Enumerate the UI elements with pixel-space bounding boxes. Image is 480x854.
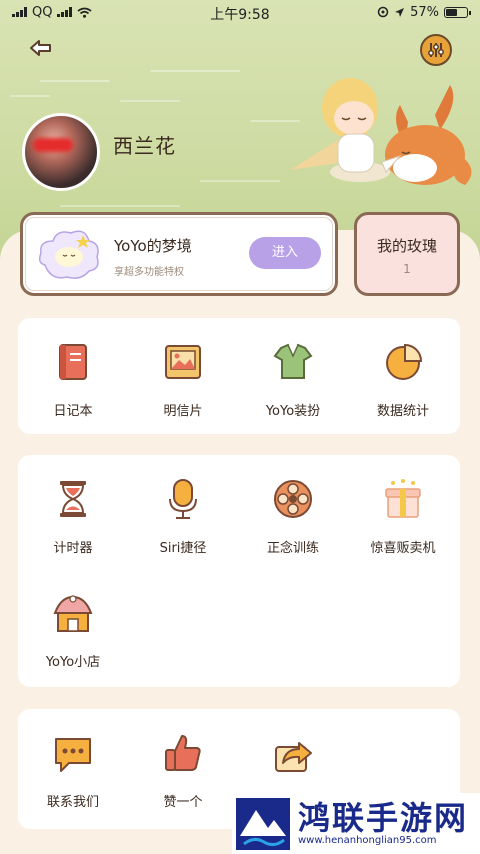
hourglass-icon: [60, 481, 86, 517]
share-item[interactable]: [238, 731, 348, 791]
gift-box-icon: [385, 479, 421, 518]
item-label: 赞一个: [163, 795, 203, 810]
tools-panel-1: 日记本 明信片 YoYo装扮 数据统计: [18, 318, 460, 434]
item-label: YoYo装扮: [265, 404, 321, 419]
statistics-item[interactable]: 数据统计: [348, 340, 458, 419]
watermark: 鸿联手游网 www.henanhonglian95.com: [232, 793, 480, 854]
microphone-icon: [169, 479, 197, 519]
diary-icon: [59, 344, 87, 380]
back-arrow-icon: [30, 40, 51, 56]
contact-us-item[interactable]: 联系我们: [18, 731, 128, 810]
postcard-icon: [165, 345, 201, 379]
item-label: 惊喜贩卖机: [370, 541, 436, 556]
dream-card[interactable]: YoYo的梦境 享超多功能特权 进入: [20, 212, 338, 296]
back-button[interactable]: [26, 34, 56, 64]
username: 西兰花: [113, 134, 176, 158]
dress-up-icon: [273, 343, 313, 379]
diary-item[interactable]: 日记本: [18, 340, 128, 419]
enter-button[interactable]: 进入: [249, 237, 321, 269]
tools-panel-2: 计时器 Siri捷径 正念训练 惊喜贩卖机 YoYo小店: [18, 455, 460, 687]
sleeping-boy-fox-illustration: [290, 78, 472, 185]
battery-icon: [444, 6, 471, 18]
thumbs-up-item[interactable]: 赞一个: [128, 731, 238, 810]
dream-title: YoYo的梦境: [114, 237, 192, 255]
chat-icon: [55, 738, 91, 772]
postcard-item[interactable]: 明信片: [128, 340, 238, 419]
share-icon: [275, 742, 312, 772]
watermark-logo-icon: [236, 797, 290, 850]
item-label: 计时器: [53, 541, 93, 556]
shop-icon: [53, 595, 93, 632]
item-label: 联系我们: [46, 795, 99, 810]
sliders-icon: [428, 43, 444, 57]
avatar[interactable]: [22, 113, 100, 191]
dress-up-item[interactable]: YoYo装扮: [238, 340, 348, 419]
status-bar: QQ 上午9:58 57%: [0, 0, 480, 24]
item-label: 明信片: [163, 404, 203, 419]
rose-title: 我的玫瑰: [376, 237, 437, 255]
avatar-eyes: [33, 138, 73, 152]
item-label: Siri捷径: [159, 541, 207, 556]
battery-fill: [446, 8, 458, 16]
watermark-title: 鸿联手游网: [298, 799, 469, 837]
dream-subtitle: 享超多功能特权: [114, 267, 184, 278]
rose-card[interactable]: 我的玫瑰 1: [354, 212, 460, 296]
dream-cloud-icon: [38, 230, 99, 279]
mindfulness-item[interactable]: 正念训练: [238, 477, 348, 556]
item-label: YoYo小店: [45, 655, 101, 670]
flower-icon: [274, 480, 312, 518]
item-label: 数据统计: [376, 404, 429, 419]
surprise-vending-item[interactable]: 惊喜贩卖机: [348, 477, 458, 556]
timer-item[interactable]: 计时器: [18, 477, 128, 556]
status-time: 上午9:58: [210, 7, 270, 23]
siri-shortcut-item[interactable]: Siri捷径: [128, 477, 238, 556]
watermark-text: 鸿联手游网 www.henanhonglian95.com: [298, 801, 468, 846]
thumbs-up-icon: [165, 735, 201, 771]
item-label: 日记本: [53, 404, 93, 419]
item-label: 正念训练: [266, 541, 319, 556]
rose-count: 1: [403, 262, 411, 276]
statistics-icon: [386, 343, 423, 380]
yoyo-shop-item[interactable]: YoYo小店: [18, 591, 128, 670]
